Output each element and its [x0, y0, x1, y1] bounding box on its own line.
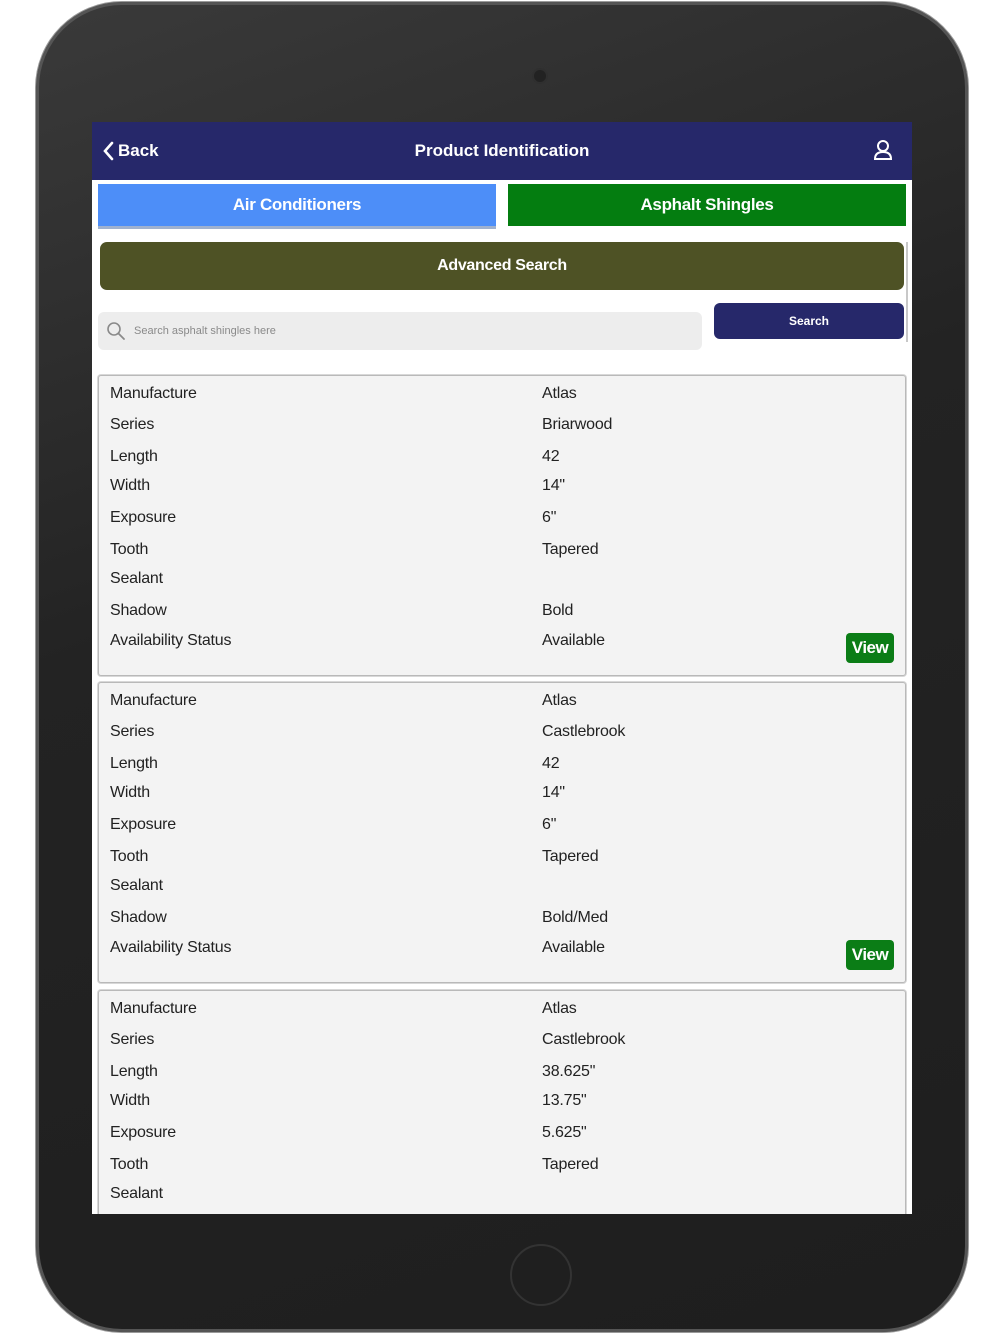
advanced-search-button[interactable]: Advanced Search: [100, 242, 904, 290]
spec-label: Manufacture: [110, 1000, 197, 1017]
spec-label: Series: [110, 723, 155, 740]
spec-value: Tapered: [542, 1156, 599, 1173]
spec-row: Sealant: [99, 1185, 905, 1209]
spec-label: Shadow: [110, 602, 167, 619]
spec-label: Exposure: [110, 1124, 176, 1141]
spec-row: Tooth Tapered: [99, 848, 905, 872]
spec-label: Sealant: [110, 570, 163, 587]
spec-row: Width 14": [99, 784, 905, 808]
spec-row: Exposure 6": [99, 816, 905, 840]
spec-value: Available: [542, 632, 605, 649]
spec-row: Manufacture Atlas: [99, 692, 905, 716]
view-button[interactable]: View: [846, 633, 894, 663]
spec-label: Length: [110, 448, 158, 465]
spec-value: Castlebrook: [542, 1031, 626, 1048]
spec-label: Sealant: [110, 877, 163, 894]
spec-label: Manufacture: [110, 692, 197, 709]
home-button[interactable]: [510, 1244, 572, 1306]
spec-value: 42: [542, 448, 560, 465]
spec-row: Manufacture Atlas: [99, 1000, 905, 1024]
spec-label: Sealant: [110, 1185, 163, 1202]
search-button[interactable]: Search: [714, 303, 904, 339]
spec-row: Availability Status Available: [99, 632, 905, 656]
spec-row: Series Castlebrook: [99, 1031, 905, 1055]
scroll-indicator: [906, 242, 908, 342]
spec-label: Length: [110, 755, 158, 772]
result-card: Manufacture Atlas Series Castlebrook Length 4…: [98, 682, 906, 983]
spec-label: Exposure: [110, 816, 176, 833]
spec-row: Shadow Bold/Med: [99, 909, 905, 933]
spec-value: 38.625": [542, 1063, 596, 1080]
spec-label: Exposure: [110, 509, 176, 526]
spec-label: Tooth: [110, 848, 149, 865]
spec-row: Exposure 6": [99, 509, 905, 533]
spec-value: 5.625": [542, 1124, 587, 1141]
view-button[interactable]: View: [846, 940, 894, 970]
header-bar: Back Product Identification: [92, 122, 912, 180]
spec-label: Tooth: [110, 541, 149, 558]
spec-label: Width: [110, 1092, 150, 1109]
spec-label: Width: [110, 477, 150, 494]
spec-row: Length 42: [99, 755, 905, 779]
spec-value: Tapered: [542, 541, 599, 558]
spec-label: Width: [110, 784, 150, 801]
spec-value: Tapered: [542, 848, 599, 865]
spec-row: Series Castlebrook: [99, 723, 905, 747]
result-card: Manufacture Atlas Series Briarwood Length 42 W…: [98, 375, 906, 676]
spec-label: Length: [110, 1063, 158, 1080]
spec-row: Length 38.625": [99, 1063, 905, 1087]
spec-value: Available: [542, 939, 605, 956]
spec-value: Bold: [542, 602, 574, 619]
spec-value: 42: [542, 755, 560, 772]
spec-row: Width 13.75": [99, 1092, 905, 1116]
spec-row: Sealant: [99, 877, 905, 901]
spec-row: Manufacture Atlas: [99, 385, 905, 409]
spec-label: Manufacture: [110, 385, 197, 402]
spec-value: Atlas: [542, 385, 577, 402]
spec-row: Width 14": [99, 477, 905, 501]
tab-air-conditioners[interactable]: Air Conditioners: [98, 184, 496, 229]
search-field[interactable]: [98, 312, 702, 350]
spec-label: Series: [110, 1031, 155, 1048]
spec-value: 14": [542, 784, 565, 801]
spec-row: Series Briarwood: [99, 416, 905, 440]
spec-label: Shadow: [110, 909, 167, 926]
spec-row: Sealant: [99, 570, 905, 594]
spec-row: Tooth Tapered: [99, 1156, 905, 1180]
page-title: Product Identification: [414, 141, 590, 160]
spec-value: Atlas: [542, 692, 577, 709]
spec-value: 6": [542, 509, 557, 526]
user-icon[interactable]: [872, 138, 894, 162]
spec-label: Availability Status: [110, 939, 232, 956]
spec-value: 13.75": [542, 1092, 587, 1109]
spec-value: Atlas: [542, 1000, 577, 1017]
spec-value: Bold/Med: [542, 909, 608, 926]
spec-row: Exposure 5.625": [99, 1124, 905, 1148]
spec-value: 6": [542, 816, 557, 833]
app-screen: Back Product Identification Air Conditio…: [92, 122, 912, 1214]
spec-row: Shadow Bold: [99, 602, 905, 626]
spec-value: Castlebrook: [542, 723, 626, 740]
spec-row: Availability Status Available: [99, 939, 905, 963]
result-card: Manufacture Atlas Series Castlebrook Length 3…: [98, 990, 906, 1214]
spec-value: Briarwood: [542, 416, 613, 433]
spec-label: Tooth: [110, 1156, 149, 1173]
search-input[interactable]: [132, 315, 696, 347]
camera-icon: [532, 68, 548, 84]
spec-row: Length 42: [99, 448, 905, 472]
tab-asphalt-shingles[interactable]: Asphalt Shingles: [508, 184, 906, 226]
spec-value: 14": [542, 477, 565, 494]
spec-label: Availability Status: [110, 632, 232, 649]
spec-label: Series: [110, 416, 155, 433]
search-icon: [107, 322, 125, 340]
spec-row: Tooth Tapered: [99, 541, 905, 565]
